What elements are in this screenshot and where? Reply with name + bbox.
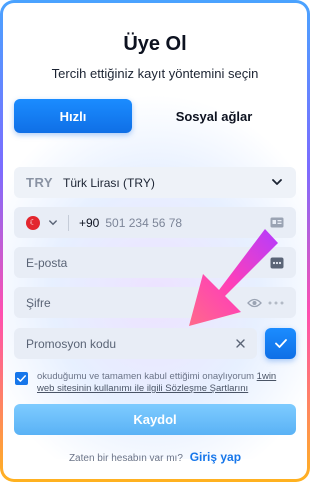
register-button[interactable]: Kaydol — [14, 404, 296, 435]
page-subtitle: Tercih ettiğiniz kayıt yöntemini seçin — [51, 66, 259, 81]
terms-statement: okuduğumu ve tamamen kabul ettiğimi onay… — [37, 371, 257, 382]
login-row: Zaten bir hesabın var mı? Giriş yap — [3, 450, 307, 464]
password-field[interactable]: Şifre — [14, 287, 296, 318]
registration-card: Üye Ol Tercih ettiğiniz kayıt yöntemini … — [3, 3, 307, 479]
checkmark-icon — [17, 375, 26, 382]
tab-social[interactable]: Sosyal ağlar — [132, 99, 296, 133]
promo-code-input[interactable]: Promosyon kodu — [26, 337, 230, 351]
promo-apply-button[interactable] — [265, 328, 296, 359]
currency-name: Türk Lirası (TRY) — [63, 175, 155, 190]
phone-input[interactable]: 501 234 56 78 — [105, 216, 264, 230]
more-dots-icon[interactable] — [270, 257, 284, 269]
contact-card-icon[interactable] — [270, 217, 284, 228]
password-input[interactable]: Şifre — [26, 296, 241, 310]
email-field[interactable]: E-posta — [14, 247, 296, 278]
terms-row: okuduğumu ve tamamen kabul ettiğimi onay… — [15, 371, 295, 395]
tab-quick[interactable]: Hızlı — [14, 99, 132, 133]
pointer-arrow-icon — [189, 229, 278, 326]
eye-icon[interactable] — [247, 298, 262, 308]
currency-select[interactable]: TRY Türk Lirası (TRY) — [14, 167, 296, 198]
chevron-down-icon — [270, 176, 284, 190]
turkey-flag-icon[interactable]: ☾ — [26, 215, 40, 230]
promo-code-field[interactable]: Promosyon kodu — [14, 328, 257, 359]
close-icon[interactable] — [236, 339, 245, 348]
check-icon — [274, 335, 287, 353]
page-title: Üye Ol — [123, 33, 187, 55]
phone-divider — [68, 214, 69, 231]
country-chevron-down-icon[interactable] — [46, 216, 60, 230]
currency-code: TRY — [26, 175, 54, 190]
phone-field[interactable]: ☾ +90 501 234 56 78 — [14, 207, 296, 238]
registration-tabs: Hızlı Sosyal ağlar — [14, 99, 296, 133]
terms-checkbox[interactable] — [15, 372, 28, 385]
more-dots-icon[interactable] — [268, 301, 284, 305]
email-input[interactable]: E-posta — [26, 256, 264, 270]
login-prompt: Zaten bir hesabın var mı? — [68, 453, 183, 464]
modal-frame: Üye Ol Tercih ettiğiniz kayıt yöntemini … — [0, 0, 310, 482]
login-link[interactable]: Giriş yap — [190, 450, 241, 464]
phone-prefix: +90 — [79, 215, 100, 230]
terms-text: okuduğumu ve tamamen kabul ettiğimi onay… — [37, 371, 295, 395]
